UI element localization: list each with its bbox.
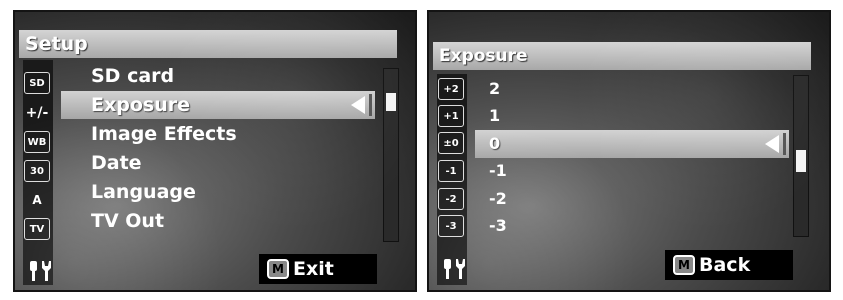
white-balance-icon: WB xyxy=(24,131,50,153)
menu-item-sd-card[interactable]: SD card xyxy=(61,62,375,90)
ev-minus-3-icon: -3 xyxy=(438,215,464,237)
ev-option-label: -2 xyxy=(489,189,507,208)
exposure-title: Exposure xyxy=(433,42,811,70)
menu-item-label: TV Out xyxy=(91,210,165,232)
exposure-icon: +/- xyxy=(25,105,49,121)
ev-option-plus-2[interactable]: 2 xyxy=(475,75,789,103)
selection-divider xyxy=(783,133,786,155)
exposure-screen: Exposure +2 +1 ±0 -1 -2 -3 2 1 0 -1 -2 -… xyxy=(427,10,831,292)
ev-option-plus-1[interactable]: 1 xyxy=(475,102,789,130)
calendar-icon: 30 xyxy=(24,160,50,182)
ev-option-label: 0 xyxy=(489,134,501,153)
exit-label: Exit xyxy=(293,258,334,280)
ev-option-label: -1 xyxy=(489,161,507,180)
setup-screen: Setup SD +/- WB 30 A TV SD card Exposure… xyxy=(13,10,417,292)
menu-item-date[interactable]: Date xyxy=(61,149,375,177)
selection-arrow-icon xyxy=(351,96,365,114)
ev-option-minus-1[interactable]: -1 xyxy=(475,157,789,185)
back-button[interactable]: M Back xyxy=(665,250,793,280)
setup-scrollbar[interactable] xyxy=(383,68,399,242)
m-key-icon: M xyxy=(267,259,289,279)
ev-zero-icon: ±0 xyxy=(438,132,464,154)
menu-item-label: Exposure xyxy=(91,94,190,116)
ev-option-zero[interactable]: 0 xyxy=(475,130,789,158)
scrollbar-thumb[interactable] xyxy=(796,150,806,172)
menu-item-exposure[interactable]: Exposure xyxy=(61,91,375,119)
ev-plus-2-icon: +2 xyxy=(438,78,464,100)
menu-item-label: Image Effects xyxy=(91,123,237,145)
back-label: Back xyxy=(699,254,751,276)
menu-item-label: SD card xyxy=(91,65,175,87)
ev-minus-2-icon: -2 xyxy=(438,188,464,210)
exposure-scrollbar[interactable] xyxy=(793,75,809,237)
sd-card-icon: SD xyxy=(24,72,50,94)
ev-minus-1-icon: -1 xyxy=(438,160,464,182)
wrench-icon xyxy=(26,259,58,283)
menu-item-language[interactable]: Language xyxy=(61,178,375,206)
menu-item-image-effects[interactable]: Image Effects xyxy=(61,120,375,148)
menu-item-tv-out[interactable]: TV Out xyxy=(61,207,375,235)
tv-icon: TV xyxy=(24,218,50,240)
ev-option-label: 2 xyxy=(489,79,501,98)
ev-plus-1-icon: +1 xyxy=(438,105,464,127)
setup-title: Setup xyxy=(19,30,397,58)
ev-option-minus-2[interactable]: -2 xyxy=(475,185,789,213)
selection-arrow-icon xyxy=(765,135,779,153)
menu-item-label: Language xyxy=(91,181,196,203)
language-icon: A xyxy=(32,193,42,207)
ev-option-label: -3 xyxy=(489,216,507,235)
exit-button[interactable]: M Exit xyxy=(259,254,377,284)
ev-option-minus-3[interactable]: -3 xyxy=(475,212,789,240)
menu-item-label: Date xyxy=(91,152,142,174)
wrench-icon xyxy=(440,257,472,281)
selection-divider xyxy=(369,94,372,116)
scrollbar-thumb[interactable] xyxy=(386,93,396,111)
m-key-icon: M xyxy=(673,255,695,275)
ev-option-label: 1 xyxy=(489,106,501,125)
